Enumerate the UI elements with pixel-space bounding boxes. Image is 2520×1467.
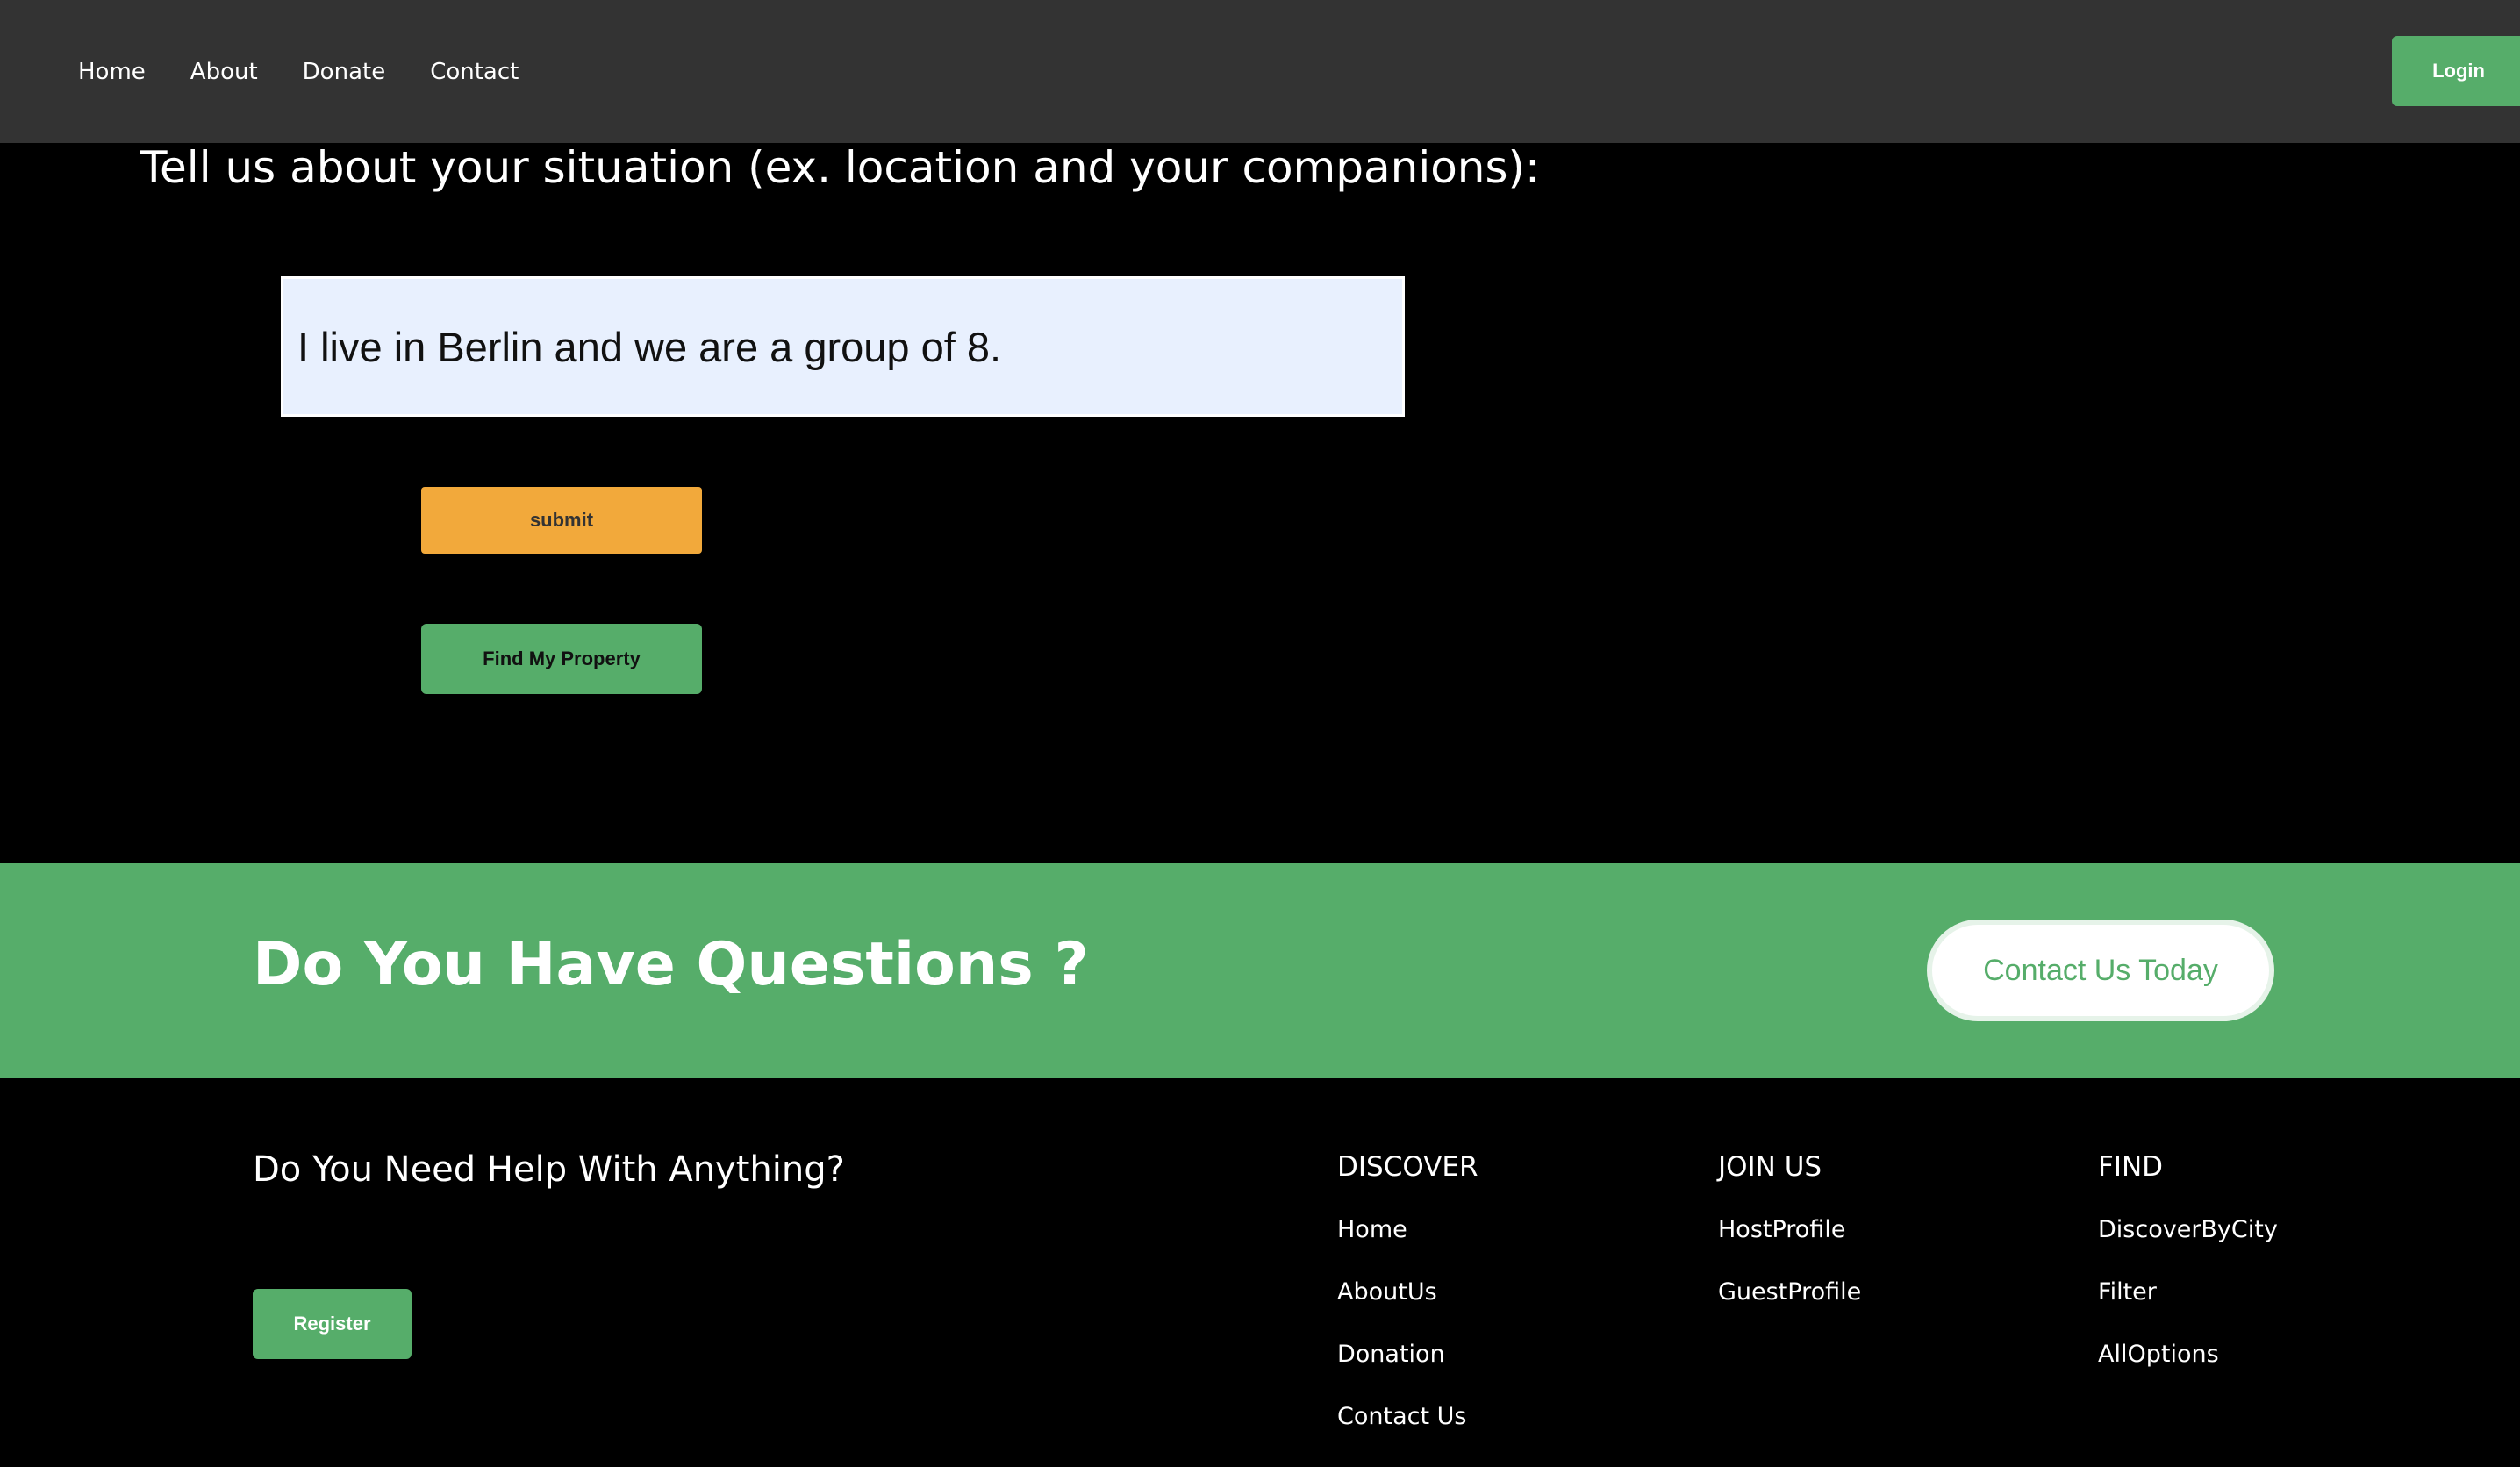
footer-link-home[interactable]: Home [1337,1218,1478,1280]
footer-heading-join-us: JOIN US [1718,1151,1822,1183]
submit-button[interactable]: submit [421,487,702,554]
contact-us-today-button[interactable]: Contact Us Today [1927,920,2274,1021]
nav-link-home[interactable]: Home [78,59,146,85]
footer-heading-discover: DISCOVER [1337,1151,1478,1183]
footer-link-discoverbycity[interactable]: DiscoverByCity [2098,1218,2278,1280]
nav-links: Home About Donate Contact [78,0,563,143]
situation-input[interactable] [281,276,1405,417]
footer-link-guestprofile[interactable]: GuestProfile [1718,1280,1861,1342]
nav-link-donate[interactable]: Donate [303,59,386,85]
cta-title: Do You Have Questions ? [253,930,1089,999]
footer-column-join-us: JOIN US HostProfile GuestProfile [1718,1149,1861,1342]
situation-question-label: Tell us about your situation (ex. locati… [140,142,1540,193]
login-button[interactable]: Login [2392,36,2520,106]
register-button[interactable]: Register [253,1289,412,1359]
footer-column-find: FIND DiscoverByCity Filter AllOptions [2098,1149,2278,1405]
footer-help-title: Do You Need Help With Anything? [253,1149,845,1190]
footer-link-alloptions[interactable]: AllOptions [2098,1342,2278,1405]
find-my-property-button[interactable]: Find My Property [421,624,702,694]
footer-link-hostprofile[interactable]: HostProfile [1718,1218,1861,1280]
footer-link-donation[interactable]: Donation [1337,1342,1478,1405]
footer-link-aboutus[interactable]: AboutUs [1337,1280,1478,1342]
nav-link-contact[interactable]: Contact [430,59,519,85]
footer-link-contact-us[interactable]: Contact Us [1337,1405,1478,1467]
footer-heading-find: FIND [2098,1151,2164,1183]
footer-link-filter[interactable]: Filter [2098,1280,2278,1342]
navbar: Home About Donate Contact Login [0,0,2520,143]
nav-link-about[interactable]: About [190,59,258,85]
footer-column-discover: DISCOVER Home AboutUs Donation Contact U… [1337,1149,1478,1467]
